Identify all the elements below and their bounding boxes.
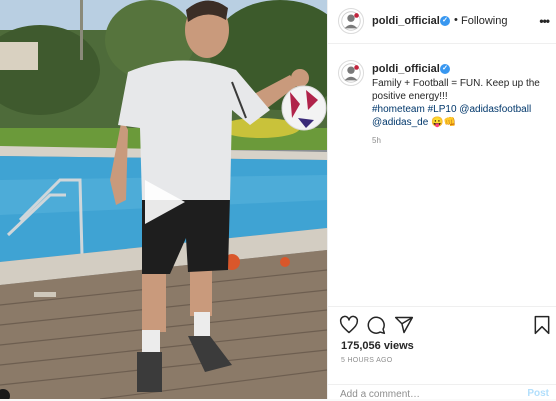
- more-options-icon[interactable]: •••: [539, 14, 550, 28]
- following-button[interactable]: Following: [461, 15, 507, 27]
- avatar[interactable]: [338, 8, 364, 34]
- mention-link[interactable]: @adidas_de: [372, 117, 428, 128]
- post-side-panel: poldi_official ✓ • Following ••• poldi_o…: [327, 0, 556, 401]
- avatar[interactable]: [338, 60, 364, 86]
- post-actions: 175,056 views 5 HOURS AGO: [328, 306, 556, 384]
- add-comment-bar: Post: [328, 384, 556, 401]
- view-count[interactable]: 175,056 views: [341, 340, 414, 352]
- bookmark-icon[interactable]: [532, 315, 552, 335]
- comment-timestamp[interactable]: 5h: [372, 136, 381, 145]
- separator-dot: •: [454, 14, 458, 26]
- post-header: poldi_official ✓ • Following •••: [328, 0, 556, 44]
- post-video[interactable]: [0, 0, 327, 399]
- caption-text: Family + Football = FUN. Keep up the pos…: [372, 77, 552, 129]
- verified-badge-icon: ✓: [440, 16, 450, 26]
- hashtag-link[interactable]: #hometeam: [372, 104, 425, 115]
- post-comment-button[interactable]: Post: [527, 388, 549, 399]
- heart-icon[interactable]: [339, 315, 359, 335]
- username-link[interactable]: poldi_official: [372, 15, 440, 27]
- comment-icon[interactable]: [366, 315, 386, 335]
- caption-username-link[interactable]: poldi_official: [372, 63, 440, 75]
- caption-body: Family + Football = FUN. Keep up the pos…: [372, 78, 540, 102]
- hashtag-link[interactable]: #LP10: [428, 104, 457, 115]
- mention-link[interactable]: @adidasfootball: [459, 104, 531, 115]
- verified-badge-icon: ✓: [440, 64, 450, 74]
- post-timestamp[interactable]: 5 HOURS AGO: [341, 357, 393, 364]
- share-icon[interactable]: [394, 315, 414, 335]
- play-icon[interactable]: [139, 178, 187, 226]
- caption-emoji: 😛👊: [431, 117, 456, 128]
